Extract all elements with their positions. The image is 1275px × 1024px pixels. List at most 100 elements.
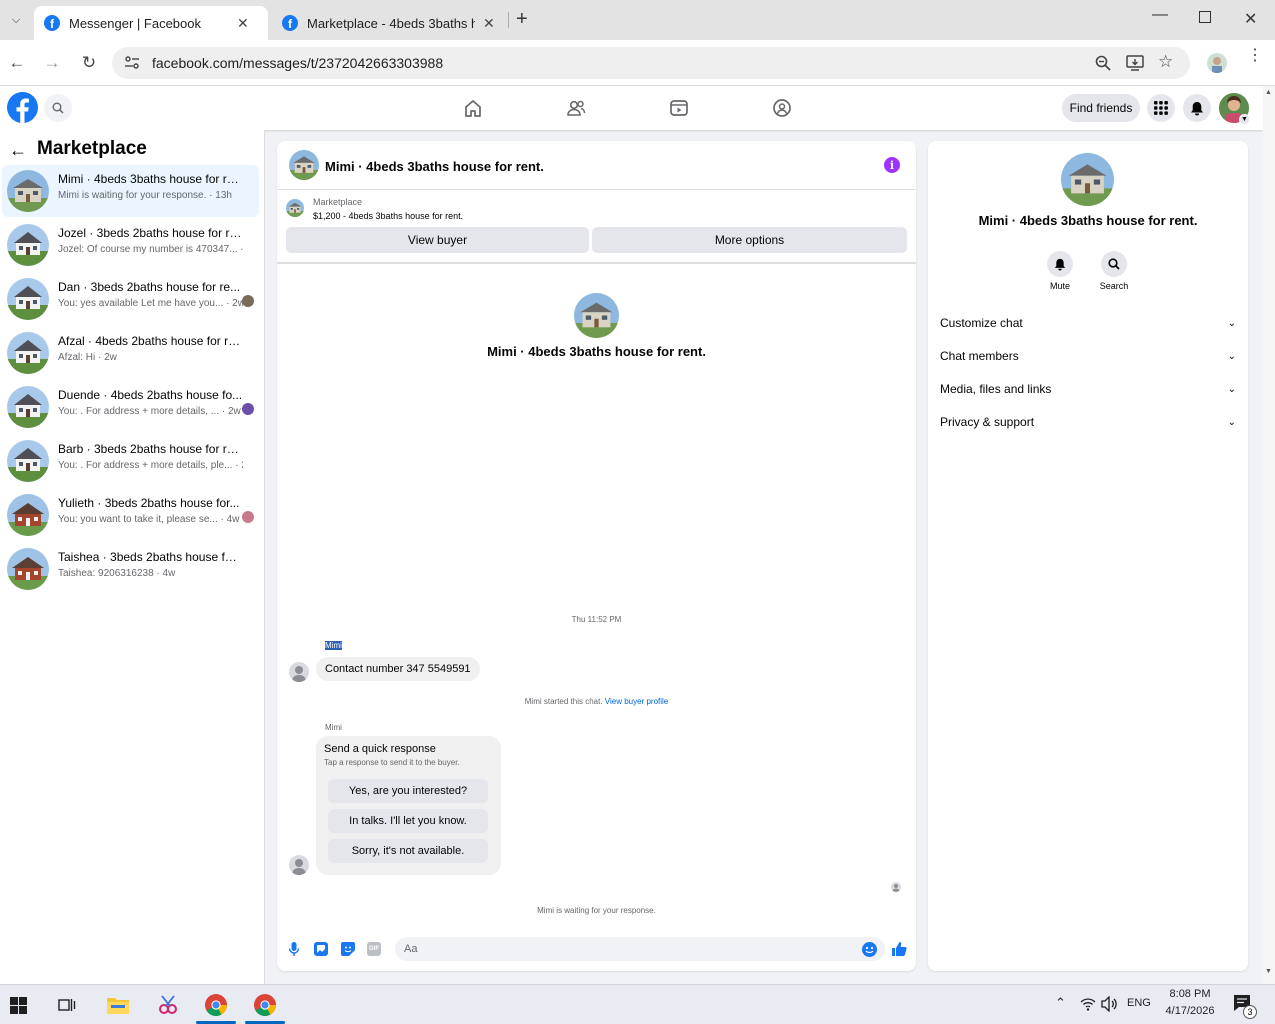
facebook-favicon-icon: f — [282, 15, 298, 31]
tab-messenger[interactable]: f Messenger | Facebook ✕ — [34, 6, 268, 40]
friends-nav-icon[interactable] — [566, 98, 586, 118]
url-text[interactable]: facebook.com/messages/t/2372042663303988 — [152, 55, 443, 71]
scroll-down-arrow-icon[interactable]: ▼ — [1265, 968, 1272, 975]
search-label[interactable]: Search — [1094, 281, 1134, 291]
browser-menu-icon[interactable]: ⋮ — [1247, 48, 1263, 64]
info-avatar[interactable] — [1061, 153, 1114, 206]
notifications-bell-icon[interactable] — [1183, 94, 1211, 122]
browser-tab-strip: ⌵ f Messenger | Facebook ✕ f Marketplace… — [0, 0, 1275, 40]
install-app-icon[interactable] — [1126, 55, 1144, 71]
video-nav-icon[interactable] — [669, 98, 689, 118]
listing-price[interactable]: $1,200 - 4beds 3baths house for rent. — [313, 211, 463, 221]
divider — [277, 189, 916, 190]
tab-marketplace[interactable]: f Marketplace - 4beds 3baths house for r… — [272, 6, 506, 40]
chat-members-section[interactable]: Chat members ⌄ — [940, 346, 1236, 366]
facebook-search-icon[interactable] — [44, 94, 72, 122]
sticker-icon[interactable] — [341, 942, 355, 956]
info-icon[interactable]: i — [884, 157, 900, 173]
wifi-icon[interactable] — [1080, 997, 1096, 1011]
conversation-avatar[interactable] — [7, 386, 49, 428]
clock-date[interactable]: 4/17/2026 — [1160, 1005, 1220, 1017]
profile-avatar[interactable] — [1207, 53, 1227, 73]
chrome-taskbar-icon[interactable] — [202, 991, 230, 1019]
quick-response-title: Send a quick response — [324, 743, 436, 755]
conversation-item[interactable]: Barb · 3beds 2baths house for rent . You:… — [2, 435, 259, 487]
chrome-profile-taskbar-icon[interactable] — [251, 991, 279, 1019]
snipping-tool-icon[interactable] — [154, 991, 182, 1019]
conversation-item[interactable]: Yulieth · 3beds 2baths house for... You: … — [2, 489, 259, 541]
bookmark-star-icon[interactable]: ☆ — [1158, 52, 1173, 72]
facebook-logo-icon[interactable] — [7, 92, 38, 123]
seen-avatar — [242, 403, 254, 415]
more-options-button[interactable]: More options — [592, 227, 907, 253]
conversation-avatar[interactable] — [7, 278, 49, 320]
quick-response-button[interactable]: Yes, are you interested? — [328, 779, 488, 803]
emoji-icon[interactable] — [862, 942, 877, 957]
seen-avatar — [242, 511, 254, 523]
listing-thumbnail[interactable] — [286, 199, 304, 217]
conversation-item[interactable]: Dan · 3beds 2baths house for re... You: y… — [2, 273, 259, 325]
quick-response-button[interactable]: Sorry, it's not available. — [328, 839, 488, 863]
mute-bell-icon[interactable] — [1047, 251, 1073, 277]
groups-nav-icon[interactable] — [772, 98, 792, 118]
task-view-icon[interactable] — [53, 991, 81, 1019]
microphone-icon[interactable] — [288, 941, 300, 957]
back-icon[interactable]: ← — [6, 52, 28, 74]
photo-attach-icon[interactable] — [314, 942, 328, 956]
message-input[interactable]: Aa — [395, 937, 885, 961]
customize-chat-section[interactable]: Customize chat ⌄ — [940, 313, 1236, 333]
search-conversation-icon[interactable] — [1101, 251, 1127, 277]
site-info-icon[interactable] — [124, 55, 140, 71]
media-files-links-section[interactable]: Media, files and links ⌄ — [940, 379, 1236, 399]
home-nav-icon[interactable] — [463, 98, 483, 118]
view-buyer-profile-link[interactable]: View buyer profile — [605, 697, 668, 706]
chat-header-avatar[interactable] — [289, 150, 319, 180]
intro-avatar[interactable] — [574, 293, 619, 338]
minimize-icon[interactable]: — — [1152, 6, 1168, 24]
close-window-icon[interactable]: ✕ — [1244, 9, 1257, 29]
reload-icon[interactable]: ↻ — [78, 52, 100, 74]
conversation-avatar[interactable] — [7, 332, 49, 374]
thumbs-up-icon[interactable] — [891, 941, 907, 957]
conversation-avatar[interactable] — [7, 494, 49, 536]
conversation-avatar[interactable] — [7, 440, 49, 482]
privacy-support-section[interactable]: Privacy & support ⌄ — [940, 412, 1236, 432]
close-tab-icon[interactable]: ✕ — [237, 15, 249, 32]
conversation-avatar[interactable] — [7, 170, 49, 212]
restore-icon[interactable] — [1199, 11, 1211, 23]
back-arrow-icon[interactable]: ← — [9, 140, 27, 161]
conversation-item[interactable]: Duende · 4beds 2baths house fo... You: . … — [2, 381, 259, 433]
address-bar[interactable]: facebook.com/messages/t/2372042663303988 — [112, 47, 1190, 79]
chat-header-title[interactable]: Mimi · 4beds 3baths house for rent. — [325, 159, 544, 174]
scroll-up-arrow-icon[interactable]: ▲ — [1265, 89, 1272, 96]
clock-time[interactable]: 8:08 PM — [1160, 988, 1220, 1000]
windows-start-icon[interactable] — [4, 991, 32, 1019]
message-bubble[interactable]: Contact number 347 5549591 — [316, 657, 480, 681]
view-buyer-button[interactable]: View buyer — [286, 227, 589, 253]
volume-icon[interactable] — [1101, 996, 1119, 1012]
forward-icon[interactable]: → — [41, 52, 63, 74]
conversation-item[interactable]: Jozel · 3beds 2baths house for rent . Joz… — [2, 219, 259, 271]
conversation-item[interactable]: Taishea · 3beds 2baths house for r... Tai… — [2, 543, 259, 595]
conversation-avatar[interactable] — [7, 224, 49, 266]
conversation-item[interactable]: Mimi · 4beds 3baths house for rent. Mimi … — [2, 165, 259, 217]
gif-icon[interactable]: GIF — [367, 942, 381, 956]
conversation-item[interactable]: Afzal · 4beds 2baths house for rent. Afza… — [2, 327, 259, 379]
account-chevron-icon[interactable]: ▼ — [1239, 114, 1250, 125]
conversation-avatar[interactable] — [7, 548, 49, 590]
tab-search-chevron-icon[interactable]: ⌵ — [6, 10, 26, 30]
mute-label[interactable]: Mute — [1040, 281, 1080, 291]
conversation-snippet: You: you want to take it, please se... ·… — [58, 514, 240, 525]
quick-response-button[interactable]: In talks. I'll let you know. — [328, 809, 488, 833]
page-scrollbar[interactable]: ▲ ▼ — [1263, 86, 1275, 984]
sender-avatar[interactable] — [289, 662, 309, 682]
new-tab-icon[interactable]: + — [516, 8, 528, 31]
find-friends-button[interactable]: Find friends — [1062, 94, 1140, 122]
tray-chevron-up-icon[interactable]: ⌃ — [1055, 995, 1066, 1011]
file-explorer-icon[interactable] — [104, 991, 132, 1019]
menu-grid-icon[interactable] — [1147, 94, 1175, 122]
close-tab-icon[interactable]: ✕ — [483, 15, 495, 32]
language-indicator[interactable]: ENG — [1127, 997, 1151, 1009]
sender-avatar[interactable] — [289, 855, 309, 875]
zoom-icon[interactable] — [1095, 55, 1111, 71]
